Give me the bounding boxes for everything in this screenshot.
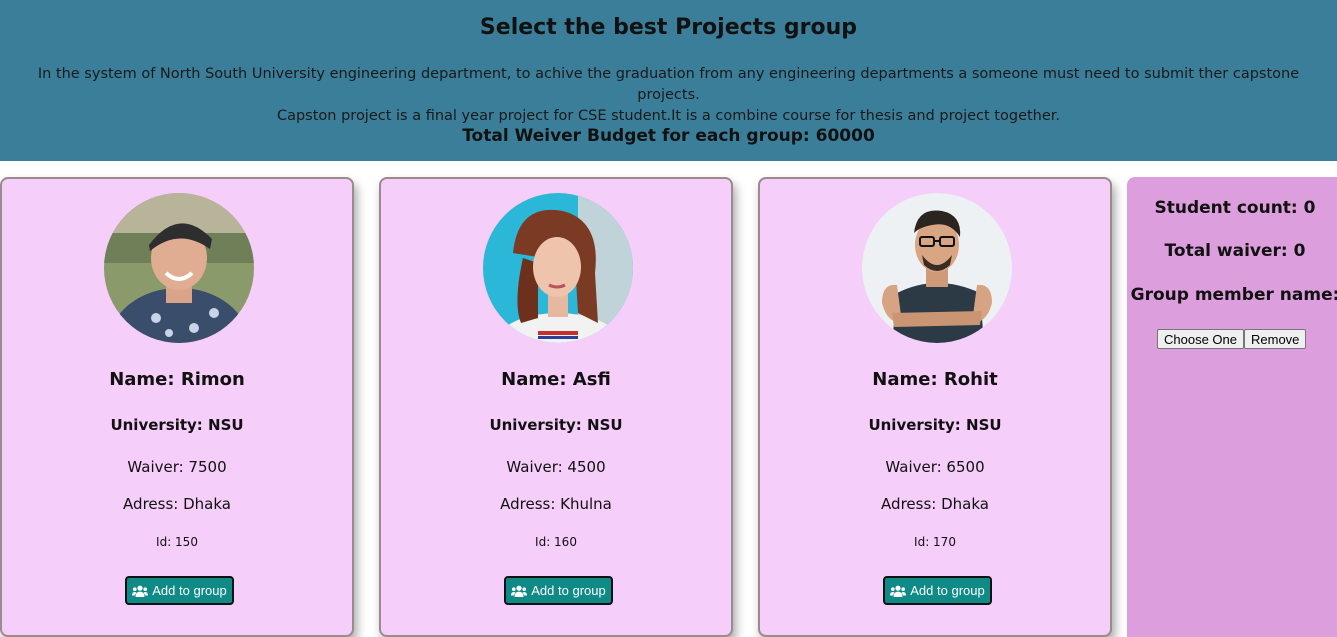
- student-name: Name: Rimon: [109, 369, 245, 390]
- users-icon: [132, 585, 149, 597]
- add-to-group-label: Add to group: [152, 583, 227, 598]
- budget-text: Total Weiver Budget for each group: 6000…: [462, 126, 875, 146]
- student-card-rohit: Name: Rohit University: NSU Waiver: 6500…: [758, 177, 1112, 637]
- student-id: Id: 170: [914, 535, 956, 549]
- users-icon: [890, 585, 907, 597]
- total-waiver: Total waiver: 0: [1164, 241, 1306, 261]
- add-to-group-label: Add to group: [910, 583, 985, 598]
- remove-button[interactable]: Remove: [1244, 329, 1307, 349]
- student-waiver: Waiver: 6500: [885, 458, 985, 476]
- student-card-rimon: Name: Rimon University: NSU Waiver: 7500…: [0, 177, 354, 637]
- member-controls: Choose One Remove: [1157, 329, 1307, 349]
- student-university: University: NSU: [868, 416, 1002, 434]
- student-university: University: NSU: [489, 416, 623, 434]
- add-to-group-button[interactable]: Add to group: [883, 576, 992, 605]
- student-count: Student count: 0: [1154, 198, 1316, 218]
- page-header: Select the best Projects group In the sy…: [0, 0, 1337, 161]
- add-to-group-button[interactable]: Add to group: [125, 576, 234, 605]
- add-to-group-label: Add to group: [531, 583, 606, 598]
- student-adress: Adress: Khulna: [500, 495, 612, 513]
- student-waiver: Waiver: 4500: [506, 458, 606, 476]
- student-name: Name: Asfi: [501, 369, 611, 390]
- avatar: [104, 193, 254, 343]
- page-description: In the system of North South University …: [20, 64, 1317, 127]
- group-sidebar: Student count: 0 Total waiver: 0 Group m…: [1127, 177, 1337, 637]
- student-name: Name: Rohit: [872, 369, 998, 390]
- avatar: [483, 193, 633, 343]
- group-member-name-label: Group member name:: [1130, 285, 1337, 305]
- add-to-group-button[interactable]: Add to group: [504, 576, 613, 605]
- avatar: [862, 193, 1012, 343]
- student-adress: Adress: Dhaka: [881, 495, 989, 513]
- student-university: University: NSU: [110, 416, 244, 434]
- student-id: Id: 150: [156, 535, 198, 549]
- users-icon: [511, 585, 528, 597]
- student-adress: Adress: Dhaka: [123, 495, 231, 513]
- student-card-asfi: Name: Asfi University: NSU Waiver: 4500 …: [379, 177, 733, 637]
- description-line-2: Capston project is a final year project …: [276, 108, 1061, 124]
- page-title: Select the best Projects group: [479, 15, 858, 40]
- description-line-1: In the system of North South University …: [37, 66, 1300, 103]
- student-id: Id: 160: [535, 535, 577, 549]
- choose-one-button[interactable]: Choose One: [1157, 329, 1244, 349]
- student-waiver: Waiver: 7500: [127, 458, 227, 476]
